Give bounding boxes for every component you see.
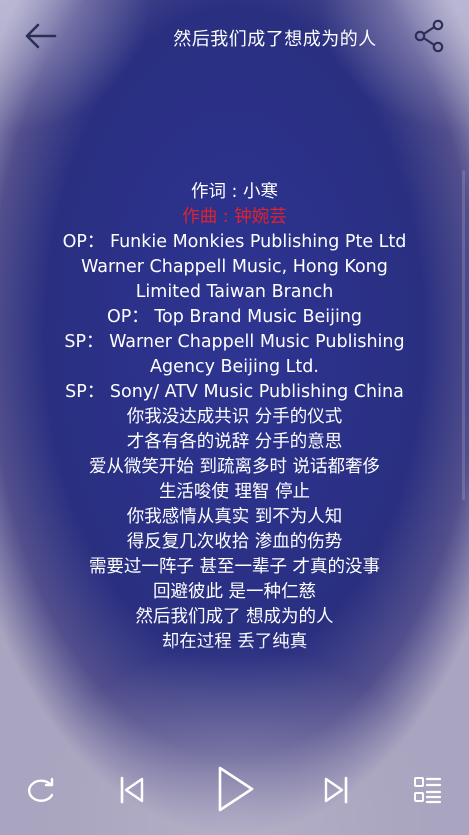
arrow-left-icon — [25, 23, 57, 49]
lyric-line: OP： Top Brand Music Beijing — [106, 307, 363, 327]
lyrics-scrollbar[interactable] — [462, 170, 465, 500]
lyric-line: 需要过一阵子 甚至一辈子 才真的没事 — [88, 557, 381, 577]
lyric-line: SP： Warner Chappell Music Publishing Age… — [64, 332, 405, 377]
lyric-line: 爱从微笑开始 到疏离多时 说话都奢侈 — [88, 457, 381, 477]
lyric-line: 生活唆使 理智 停止 — [158, 482, 311, 502]
skip-previous-icon — [120, 776, 144, 804]
lyrics-view[interactable]: 作词 : 小寒 作曲 : 钟婉芸 OP： Funkie Monkies Publis… — [60, 180, 409, 667]
previous-button[interactable] — [112, 772, 152, 808]
play-icon — [218, 766, 254, 812]
share-icon — [414, 19, 444, 53]
lyric-line: 你我没达成共识 分手的仪式 — [126, 407, 343, 427]
back-button[interactable] — [22, 20, 58, 52]
header: 然后我们成了想成为的人 — [0, 0, 469, 72]
playlist-icon — [414, 777, 442, 804]
lyric-line: 作词 : 小寒 — [190, 182, 279, 202]
lyric-line: 才各有各的说辞 分手的意思 — [126, 432, 343, 452]
lyric-line: 作曲 : 钟婉芸 — [182, 207, 287, 227]
playlist-button[interactable] — [408, 772, 448, 808]
repeat-button[interactable] — [20, 772, 60, 808]
next-button[interactable] — [316, 772, 356, 808]
play-button[interactable] — [210, 764, 260, 814]
repeat-icon — [27, 777, 54, 802]
lyric-line: 回避彼此 是一种仁慈 — [152, 582, 317, 602]
lyric-line: 然后我们成了 想成为的人 — [135, 607, 334, 627]
playback-controls — [0, 762, 469, 818]
lyric-line: OP： Funkie Monkies Publishing Pte Ltd Wa… — [62, 232, 407, 302]
lyric-line: 却在过程 丢了纯真 — [161, 632, 308, 652]
lyric-line: 你我感情从真实 到不为人知 — [126, 507, 343, 527]
skip-next-icon — [324, 776, 348, 804]
lyric-line: SP： Sony/ ATV Music Publishing China — [65, 382, 404, 402]
share-button[interactable] — [411, 18, 447, 54]
lyric-line: 得反复几次收拾 渗血的伤势 — [126, 532, 343, 552]
